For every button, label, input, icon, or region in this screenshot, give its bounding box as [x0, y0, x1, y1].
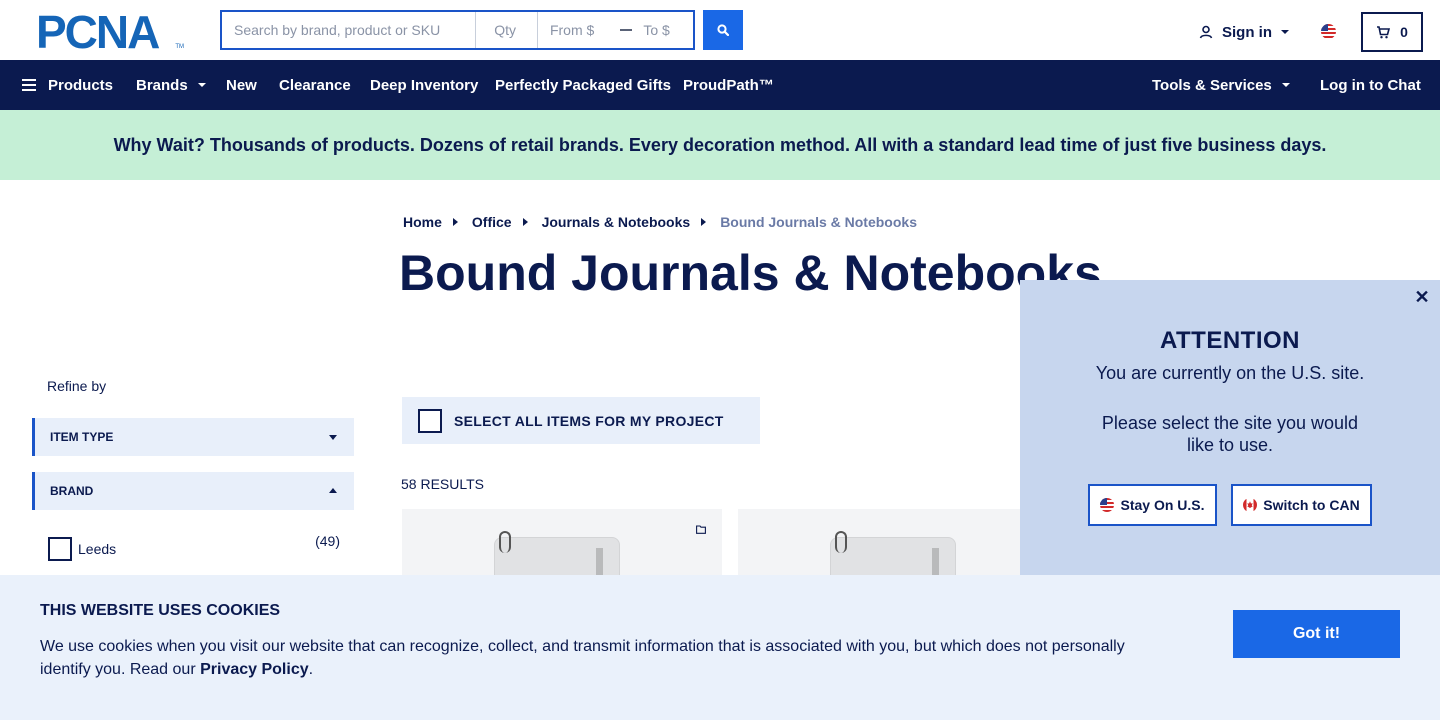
chevron-up-icon — [329, 488, 337, 493]
brand-checkbox[interactable] — [48, 537, 72, 561]
chevron-down-icon — [1281, 83, 1290, 87]
nav-clearance[interactable]: Clearance — [279, 60, 351, 110]
logo-wordmark: PCNA — [36, 6, 160, 58]
stay-us-label: Stay On U.S. — [1120, 497, 1205, 513]
nav-new[interactable]: New — [226, 60, 257, 110]
main-nav: Products Brands New Clearance Deep Inven… — [0, 60, 1440, 110]
nav-deep-inventory[interactable]: Deep Inventory — [370, 60, 478, 110]
price-range-dash — [617, 12, 635, 48]
accept-cookies-button[interactable]: Got it! — [1233, 610, 1400, 658]
select-all-label: SELECT ALL ITEMS FOR MY PROJECT — [454, 412, 724, 429]
results-count: 58 RESULTS — [401, 476, 484, 492]
chevron-down-icon — [1281, 30, 1289, 34]
cookie-body: We use cookies when you visit our websit… — [40, 635, 1150, 681]
user-icon — [1199, 25, 1213, 39]
canada-flag-icon — [1243, 498, 1258, 512]
top-header: PCNA TM Search by brand, product or SKU … — [0, 0, 1440, 60]
filter-item-type[interactable]: ITEM TYPE — [32, 418, 354, 456]
site-selector-popup: ✕ ATTENTION You are currently on the U.S… — [1020, 280, 1440, 580]
cookie-body-end: . — [308, 661, 314, 678]
popup-heading: ATTENTION — [1159, 327, 1301, 354]
nav-products-label: Products — [48, 76, 114, 94]
popup-current-site: You are currently on the U.S. site. — [1095, 363, 1365, 383]
cookie-title: THIS WEBSITE USES COOKIES — [40, 602, 281, 619]
stay-us-button[interactable]: Stay On U.S. — [1088, 484, 1217, 526]
brand-option-leeds[interactable]: Leeds (49) — [48, 533, 340, 561]
nav-brands[interactable]: Brands — [136, 60, 206, 110]
nav-tools-label: Tools & Services — [1152, 76, 1272, 94]
search-bar: Search by brand, product or SKU Qty From… — [220, 10, 695, 50]
switch-can-label: Switch to CAN — [1263, 497, 1360, 513]
search-input[interactable]: Search by brand, product or SKU — [222, 12, 477, 48]
search-button[interactable] — [703, 10, 743, 50]
breadcrumb-office[interactable]: Office — [472, 214, 512, 230]
logo-trademark: TM — [175, 44, 184, 50]
cart-count: 0 — [1400, 24, 1408, 40]
filter-item-type-label: ITEM TYPE — [50, 430, 114, 444]
us-flag-icon — [1100, 498, 1115, 512]
refine-by-label: Refine by — [47, 378, 107, 394]
cart-icon — [1377, 25, 1391, 38]
chevron-down-icon — [329, 435, 337, 440]
menu-icon — [22, 79, 36, 91]
breadcrumb-current: Bound Journals & Notebooks — [720, 214, 917, 230]
nav-proudpath[interactable]: ProudPath™ — [683, 60, 774, 110]
price-to-input[interactable]: To $ — [635, 12, 693, 48]
cookie-banner: THIS WEBSITE USES COOKIES We use cookies… — [0, 575, 1440, 720]
select-all-items[interactable]: SELECT ALL ITEMS FOR MY PROJECT — [402, 397, 760, 444]
filter-brand[interactable]: BRAND — [32, 472, 354, 510]
breadcrumb-home[interactable]: Home — [403, 214, 442, 230]
us-flag-icon[interactable] — [1321, 24, 1336, 39]
nav-chat-login[interactable]: Log in to Chat — [1320, 60, 1421, 110]
qty-input[interactable]: Qty — [476, 12, 538, 48]
sign-in-label: Sign in — [1222, 23, 1272, 41]
chevron-down-icon — [197, 83, 206, 87]
promo-banner[interactable]: Why Wait? Thousands of products. Dozens … — [0, 110, 1440, 180]
privacy-policy-link[interactable]: Privacy Policy — [200, 661, 309, 678]
select-all-checkbox[interactable] — [418, 408, 442, 433]
chevron-right-icon — [452, 218, 458, 226]
chevron-right-icon — [701, 218, 707, 226]
brand-option-label: Leeds — [78, 541, 117, 557]
sign-in-menu[interactable]: Sign in — [1198, 22, 1289, 42]
price-from-input[interactable]: From $ — [538, 12, 618, 48]
close-icon[interactable]: ✕ — [1414, 287, 1430, 307]
filter-brand-label: BRAND — [50, 484, 94, 498]
chevron-right-icon — [522, 218, 528, 226]
nav-gifts[interactable]: Perfectly Packaged Gifts — [495, 60, 671, 110]
cart-button[interactable]: 0 — [1361, 12, 1423, 52]
breadcrumb-journals[interactable]: Journals & Notebooks — [542, 214, 691, 230]
pcna-logo[interactable]: PCNA TM — [36, 6, 184, 58]
brand-option-count: (49) — [315, 533, 340, 549]
nav-tools-services[interactable]: Tools & Services — [1152, 60, 1290, 110]
folder-icon[interactable] — [696, 525, 706, 534]
switch-can-button[interactable]: Switch to CAN — [1231, 484, 1372, 526]
popup-instruction: Please select the site you would like to… — [1101, 413, 1359, 455]
nav-brands-label: Brands — [136, 76, 188, 94]
nav-products[interactable]: Products — [22, 60, 113, 110]
page-title: Bound Journals & Notebooks — [399, 245, 1102, 301]
breadcrumb: Home Office Journals & Notebooks Bound J… — [403, 214, 917, 230]
search-icon — [717, 24, 729, 36]
